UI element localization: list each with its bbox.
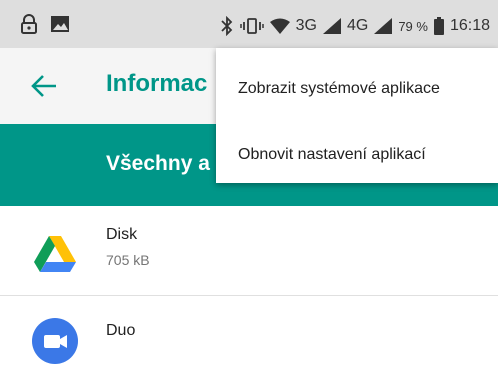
status-bar: 3G 4G 79 % 16:18 [0,0,498,48]
filter-dropdown-label[interactable]: Všechny a [106,152,210,176]
google-duo-icon [32,318,78,364]
menu-item-show-system-apps[interactable]: Zobrazit systémové aplikace [238,80,440,98]
app-name: Disk [106,226,138,243]
battery-percent: 79 % [398,18,428,34]
bluetooth-icon [220,16,232,36]
google-drive-icon [34,236,76,272]
network-4g: 4G [346,17,369,34]
page-title: Informac [106,70,208,97]
lock-icon [21,14,37,34]
signal-icon [322,18,341,34]
battery-icon [433,17,444,35]
signal-icon [374,18,393,34]
menu-pointer [456,48,472,56]
status-right-icons: 3G 4G 79 % 16:18 [220,16,490,36]
app-size: 705 kB [106,252,150,268]
app-list-item[interactable]: Duo [0,296,498,390]
image-icon [51,16,69,32]
status-left-icons [20,14,70,34]
wifi-icon [269,18,290,34]
overflow-menu: Zobrazit systémové aplikace Obnovit nast… [216,48,498,183]
app-name: Duo [106,322,136,339]
vibrate-icon [239,18,264,34]
network-3g: 3G [295,17,317,34]
menu-item-reset-app-preferences[interactable]: Obnovit nastavení aplikací [238,146,426,164]
clock: 16:18 [449,17,490,34]
back-arrow-icon[interactable] [30,72,58,100]
app-list-item[interactable]: Disk 705 kB [0,206,498,300]
